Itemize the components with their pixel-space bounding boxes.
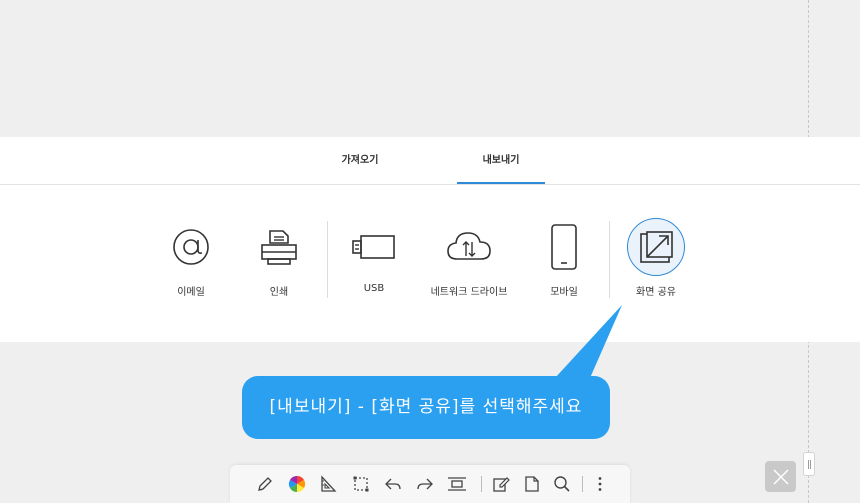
phone-icon — [534, 217, 594, 277]
export-panel: 가져오기 내보내기 이메일 인쇄 USB 네트워크 드라이브 모바일 화면 공유 — [0, 137, 860, 342]
screen-share-button[interactable] — [626, 217, 686, 277]
option-label: 화면 공유 — [636, 287, 676, 298]
printer-icon — [249, 217, 309, 277]
color-wheel-icon[interactable] — [286, 473, 308, 495]
search-icon[interactable] — [551, 473, 573, 495]
edit-page-icon[interactable] — [490, 473, 512, 495]
tab-bar: 가져오기 내보내기 — [0, 137, 860, 185]
option-label: USB — [363, 283, 385, 294]
toolbar-divider — [582, 476, 583, 492]
option-label: 인쇄 — [269, 287, 289, 298]
close-icon — [772, 468, 789, 485]
drawing-toolbar — [230, 465, 630, 503]
undo-icon[interactable] — [382, 473, 404, 495]
select-icon[interactable] — [350, 473, 372, 495]
tab-import[interactable]: 가져오기 — [300, 137, 420, 184]
redo-icon[interactable] — [414, 473, 436, 495]
ruler-icon[interactable] — [317, 473, 339, 495]
more-icon[interactable] — [589, 473, 611, 495]
screen-share-icon — [640, 231, 673, 263]
option-label: 네트워크 드라이브 — [430, 287, 508, 298]
close-button[interactable] — [765, 461, 796, 492]
cloud-icon — [439, 217, 499, 277]
pen-icon[interactable] — [254, 473, 276, 495]
active-tab-indicator — [457, 182, 545, 184]
usb-icon — [344, 217, 404, 277]
tab-export[interactable]: 내보내기 — [457, 137, 545, 184]
toolbar-divider — [481, 476, 482, 492]
at-icon — [161, 217, 221, 277]
callout-text: [내보내기] - [화면 공유]를 선택해주세요 — [269, 397, 583, 417]
page-icon[interactable] — [521, 473, 543, 495]
resize-grip[interactable] — [803, 452, 815, 476]
instruction-callout: [내보내기] - [화면 공유]를 선택해주세요 — [242, 376, 610, 439]
page-width-icon[interactable] — [446, 473, 468, 495]
